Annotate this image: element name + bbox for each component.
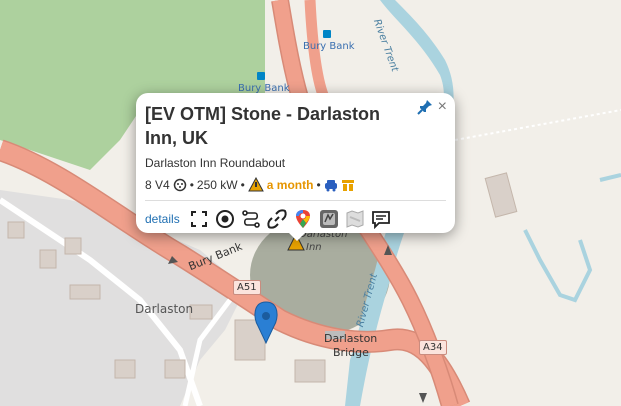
osm-button[interactable] xyxy=(319,208,340,229)
car-icon xyxy=(324,179,337,191)
building xyxy=(7,221,25,239)
comment-icon xyxy=(372,210,391,229)
road-shield-a51: A51 xyxy=(233,280,261,295)
map-label-darlaston-bridge-2: Bridge xyxy=(333,346,369,359)
building xyxy=(164,359,186,379)
target-icon xyxy=(216,209,235,228)
google-maps-icon xyxy=(296,209,311,228)
close-button[interactable]: × xyxy=(438,98,447,116)
building xyxy=(64,237,82,255)
map-label-darlaston: Darlaston xyxy=(135,302,194,316)
comment-button[interactable] xyxy=(371,208,392,229)
amenities-icon xyxy=(341,179,354,191)
building xyxy=(69,284,101,300)
building xyxy=(39,249,57,269)
separator: • xyxy=(240,177,245,192)
popup-subtitle: Darlaston Inn Roundabout xyxy=(145,156,286,170)
route-icon xyxy=(242,209,260,228)
charger-info-row: 8 V4 • 250 kW • a month • xyxy=(145,177,446,192)
route-button[interactable] xyxy=(241,208,262,229)
popup-tip xyxy=(287,231,307,241)
fullscreen-button[interactable] xyxy=(189,208,210,229)
road-shield-a34: A34 xyxy=(419,340,447,355)
action-toolbar: details xyxy=(145,208,446,229)
map-label-darlaston-bridge-1: Darlaston xyxy=(324,332,378,345)
map-layer-button[interactable] xyxy=(345,208,366,229)
bus-stop-icon[interactable] xyxy=(257,72,265,80)
link-button[interactable] xyxy=(267,208,288,229)
target-button[interactable] xyxy=(215,208,236,229)
connector-count: 8 V4 xyxy=(145,177,170,192)
building xyxy=(189,304,213,320)
connector-type-icon xyxy=(173,178,186,191)
pin-icon xyxy=(417,100,432,115)
warning-icon xyxy=(247,177,264,192)
building xyxy=(294,359,326,383)
separator: • xyxy=(189,177,194,192)
map-icon xyxy=(346,209,364,228)
power-output: 250 kW xyxy=(196,177,238,192)
last-update-age: a month xyxy=(266,177,314,192)
details-link[interactable]: details xyxy=(145,212,180,226)
map-label-bury-bank-bus: Bury Bank xyxy=(303,41,355,52)
popup-title: [EV OTM] Stone - Darlaston Inn, UK xyxy=(145,104,381,148)
building xyxy=(114,359,136,379)
expand-icon xyxy=(191,210,208,227)
divider xyxy=(145,200,446,201)
google-maps-button[interactable] xyxy=(293,208,314,229)
link-icon xyxy=(267,208,287,229)
pin-button[interactable] xyxy=(417,99,433,120)
map-label-darlaston-inn-2: Inn xyxy=(306,242,322,253)
separator: • xyxy=(316,177,321,192)
osm-icon xyxy=(320,209,339,228)
charger-popup: × [EV OTM] Stone - Darlaston Inn, UK Dar… xyxy=(136,93,455,233)
bus-stop-icon[interactable] xyxy=(323,30,331,38)
